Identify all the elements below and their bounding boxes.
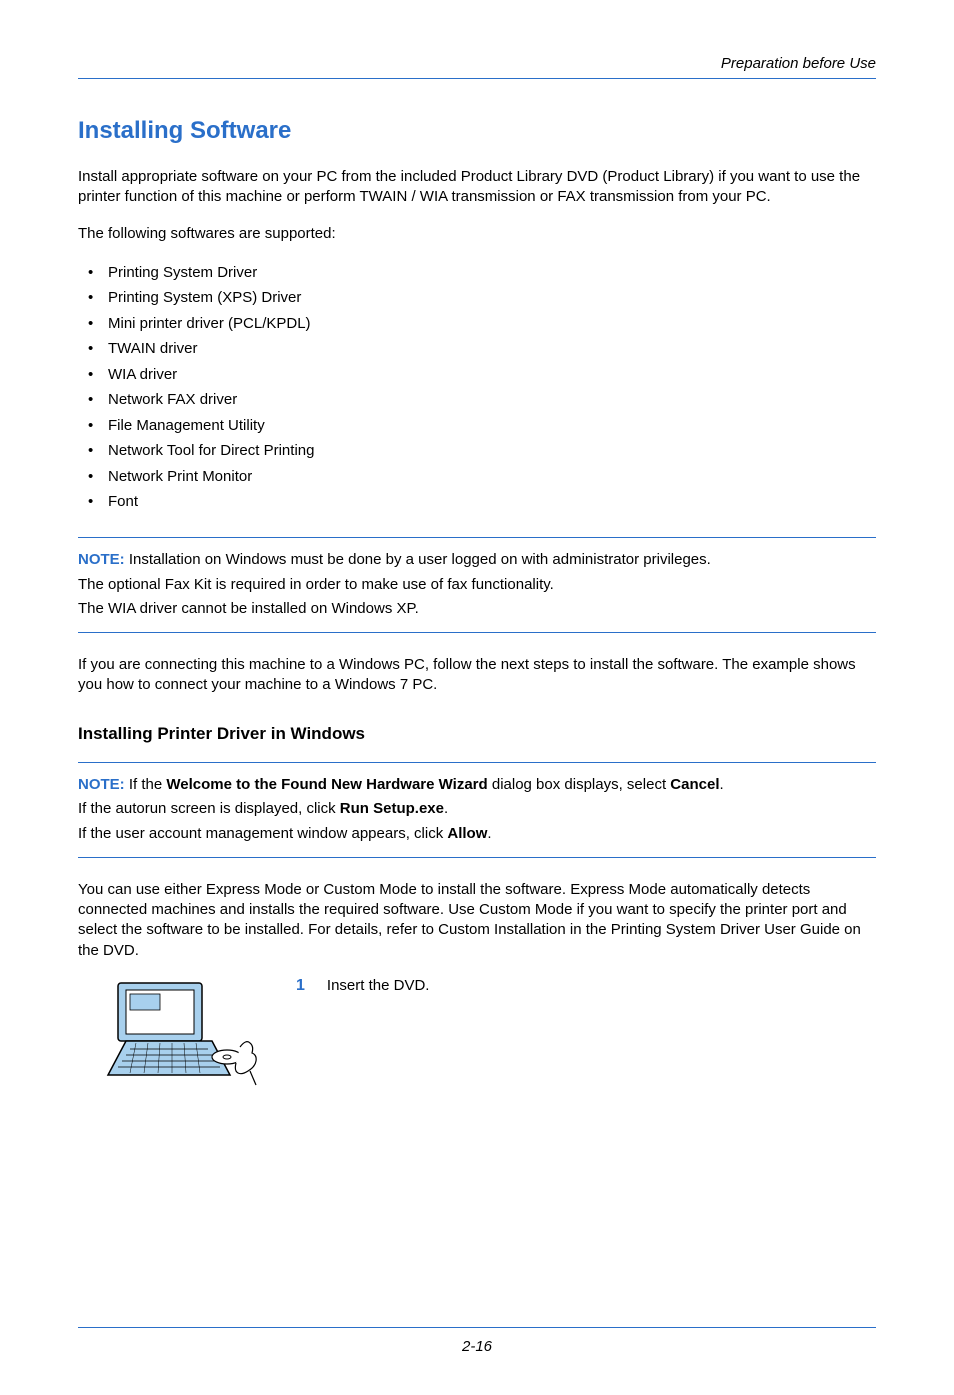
- note-text: If the user account management window ap…: [78, 825, 447, 842]
- note-line: If the autorun screen is displayed, clic…: [78, 797, 876, 822]
- note-block-2: NOTE: If the Welcome to the Found New Ha…: [78, 762, 876, 858]
- list-item: Font: [88, 489, 876, 515]
- software-list: Printing System Driver Printing System (…: [88, 260, 876, 515]
- note-bold: Run Setup.exe: [340, 800, 444, 817]
- note-line: NOTE: If the Welcome to the Found New Ha…: [78, 773, 876, 798]
- note-label: NOTE:: [78, 551, 125, 568]
- note-text: .: [720, 776, 724, 793]
- list-item: File Management Utility: [88, 413, 876, 439]
- list-item: Network Tool for Direct Printing: [88, 438, 876, 464]
- note-line: If the user account management window ap…: [78, 822, 876, 847]
- page-number: 2-16: [462, 1338, 492, 1355]
- list-item: Network Print Monitor: [88, 464, 876, 490]
- note-text: .: [444, 800, 448, 817]
- note-text: .: [487, 825, 491, 842]
- step-instruction: Insert the DVD.: [327, 977, 430, 995]
- note-label: NOTE:: [78, 776, 125, 793]
- modes-paragraph: You can use either Express Mode or Custo…: [78, 880, 876, 961]
- list-item: Printing System Driver: [88, 260, 876, 286]
- step-1-text: 1 Insert the DVD.: [296, 977, 429, 995]
- note-line: NOTE: Installation on Windows must be do…: [78, 548, 876, 573]
- note-line: The WIA driver cannot be installed on Wi…: [78, 597, 876, 622]
- section-title: Installing Software: [78, 117, 876, 145]
- note-bold: Allow: [447, 825, 487, 842]
- list-item: WIA driver: [88, 362, 876, 388]
- page-footer: 2-16: [78, 1327, 876, 1355]
- intro-paragraph: Install appropriate software on your PC …: [78, 167, 876, 208]
- connect-paragraph: If you are connecting this machine to a …: [78, 655, 876, 696]
- step-number: 1: [296, 977, 305, 995]
- note-text: Installation on Windows must be done by …: [125, 551, 711, 568]
- list-item: Mini printer driver (PCL/KPDL): [88, 311, 876, 337]
- note-text: If the autorun screen is displayed, clic…: [78, 800, 340, 817]
- running-header: Preparation before Use: [78, 55, 876, 79]
- list-item: Network FAX driver: [88, 387, 876, 413]
- note-bold: Cancel: [670, 776, 719, 793]
- list-item: Printing System (XPS) Driver: [88, 285, 876, 311]
- step-1-row: 1 Insert the DVD.: [78, 977, 876, 1097]
- subsection-heading: Installing Printer Driver in Windows: [78, 724, 876, 744]
- note-text: dialog box displays, select: [488, 776, 671, 793]
- note-line: The optional Fax Kit is required in orde…: [78, 573, 876, 598]
- note-bold: Welcome to the Found New Hardware Wizard: [166, 776, 487, 793]
- laptop-dvd-illustration: [100, 977, 270, 1097]
- supported-line: The following softwares are supported:: [78, 224, 876, 244]
- page: Preparation before Use Installing Softwa…: [0, 0, 954, 1395]
- note-text: If the: [125, 776, 167, 793]
- list-item: TWAIN driver: [88, 336, 876, 362]
- note-block-1: NOTE: Installation on Windows must be do…: [78, 537, 876, 633]
